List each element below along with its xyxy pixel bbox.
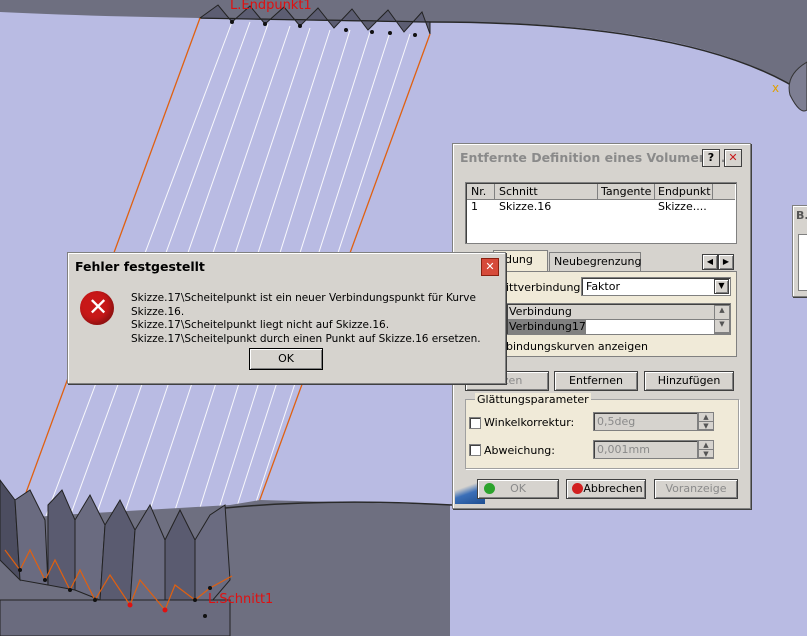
error-icon: ✕ (80, 291, 114, 325)
error-line-1: Skizze.17\Scheitelpunkt ist ein neuer Ve… (131, 292, 476, 318)
preview-button[interactable]: Voranzeige (654, 479, 738, 499)
col-header-schnitt[interactable]: Schnitt (499, 185, 594, 198)
tab-neubegrenzung[interactable]: Neubegrenzung (549, 252, 641, 272)
col-header-nr[interactable]: Nr. (471, 185, 493, 198)
deviation-label[interactable]: Abweichung: (484, 444, 555, 457)
list-item-label: Verbindung (509, 305, 572, 318)
connection-label: ittverbindung: (506, 281, 585, 294)
connection-select[interactable]: Faktor ▼ (581, 277, 731, 296)
list-scroll[interactable]: ▲ ▼ (714, 305, 730, 334)
col-divider (654, 184, 655, 199)
error-dialog: Fehler festgestellt ✕ ✕ Skizze.17\Scheit… (67, 252, 506, 384)
side-panel: B. (792, 205, 807, 297)
tab-scroll-right-icon[interactable]: ▶ (718, 254, 734, 270)
help-icon[interactable]: ? (702, 149, 720, 167)
remove-button[interactable]: Entfernen (554, 371, 638, 391)
red-dot-icon (572, 483, 583, 494)
deviation-input[interactable]: 0,001mm (593, 440, 698, 459)
error-dialog-titlebar[interactable]: Fehler festgestellt (70, 255, 503, 277)
chevron-down-icon[interactable]: ▼ (699, 422, 713, 430)
list-item-label: Verbindung17 (509, 320, 586, 333)
list-header-cell (586, 305, 714, 320)
angle-correction-input[interactable]: 0,5deg (593, 412, 698, 431)
error-message: Skizze.17\Scheitelpunkt ist ein neuer Ve… (131, 292, 501, 346)
close-icon[interactable]: ✕ (481, 258, 499, 276)
table-header: Nr. Schnitt Tangente Endpunkt (467, 184, 735, 200)
col-divider (494, 184, 495, 199)
chevron-down-icon[interactable]: ▼ (714, 279, 729, 294)
col-divider (597, 184, 598, 199)
side-panel-label: B. (796, 209, 807, 222)
chevron-up-icon[interactable]: ▲ (715, 306, 729, 320)
cancel-button-label: Abbrechen (583, 482, 643, 495)
table-row[interactable]: 1 Skizze.16 Skizze.... (467, 200, 735, 214)
col-header-endpunkt[interactable]: Endpunkt (658, 185, 713, 198)
deviation-spinner[interactable]: ▲ ▼ (698, 440, 714, 459)
section-label: L.Schnitt1 (208, 592, 274, 607)
top-surface (0, 0, 807, 95)
endpoint-label: L.Endpunkt1 (230, 0, 312, 13)
chevron-up-icon[interactable]: ▲ (699, 441, 713, 450)
definition-dialog-title: Entfernte Definition eines Volumenk... (460, 149, 731, 165)
angle-correction-label[interactable]: Winkelkorrektur: (484, 416, 574, 429)
angle-correction-value: 0,5deg (597, 415, 636, 428)
add-button[interactable]: Hinzufügen (644, 371, 734, 391)
deviation-value: 0,001mm (597, 443, 650, 456)
chevron-down-icon[interactable]: ▼ (699, 450, 713, 458)
show-curves-label[interactable]: bindungskurven anzeigen (506, 340, 648, 353)
angle-spinner[interactable]: ▲ ▼ (698, 412, 714, 431)
cell-nr: 1 (471, 200, 478, 213)
error-ok-button[interactable]: OK (249, 348, 323, 370)
connection-list[interactable]: Verbindung Verbindung17 ▲ ▼ (506, 303, 731, 335)
error-dialog-title: Fehler festgestellt (75, 258, 205, 274)
close-icon[interactable]: ✕ (724, 149, 742, 167)
list-item-selected[interactable]: Verbindung17 (508, 320, 586, 334)
side-panel-field (798, 234, 807, 291)
tab-scroll-left-icon[interactable]: ◀ (702, 254, 718, 270)
right-marker: x (772, 81, 779, 95)
connection-select-value: Faktor (586, 280, 620, 293)
angle-correction-checkbox[interactable] (469, 417, 481, 429)
ok-button[interactable]: OK (477, 479, 559, 499)
col-header-tangente[interactable]: Tangente (601, 185, 656, 198)
cancel-button[interactable]: Abbrechen (566, 479, 646, 499)
error-line-2: Skizze.17\Scheitelpunkt liegt nicht auf … (131, 319, 390, 331)
smoothing-label: Glättungsparameter (475, 393, 591, 406)
ok-button-label: OK (510, 482, 526, 495)
col-divider (712, 184, 713, 199)
cell-schnitt: Skizze.16 (499, 200, 552, 213)
end-points (230, 20, 417, 37)
sections-table[interactable]: Nr. Schnitt Tangente Endpunkt 1 Skizze.1… (465, 182, 737, 244)
cell-endpunkt: Skizze.... (658, 200, 707, 213)
list-item[interactable]: Verbindung (508, 305, 586, 320)
deviation-checkbox[interactable] (469, 444, 481, 456)
green-dot-icon (484, 483, 495, 494)
chevron-down-icon[interactable]: ▼ (715, 320, 729, 333)
error-line-3: Skizze.17\Scheitelpunkt durch einen Punk… (131, 332, 481, 345)
chevron-up-icon[interactable]: ▲ (699, 413, 713, 422)
